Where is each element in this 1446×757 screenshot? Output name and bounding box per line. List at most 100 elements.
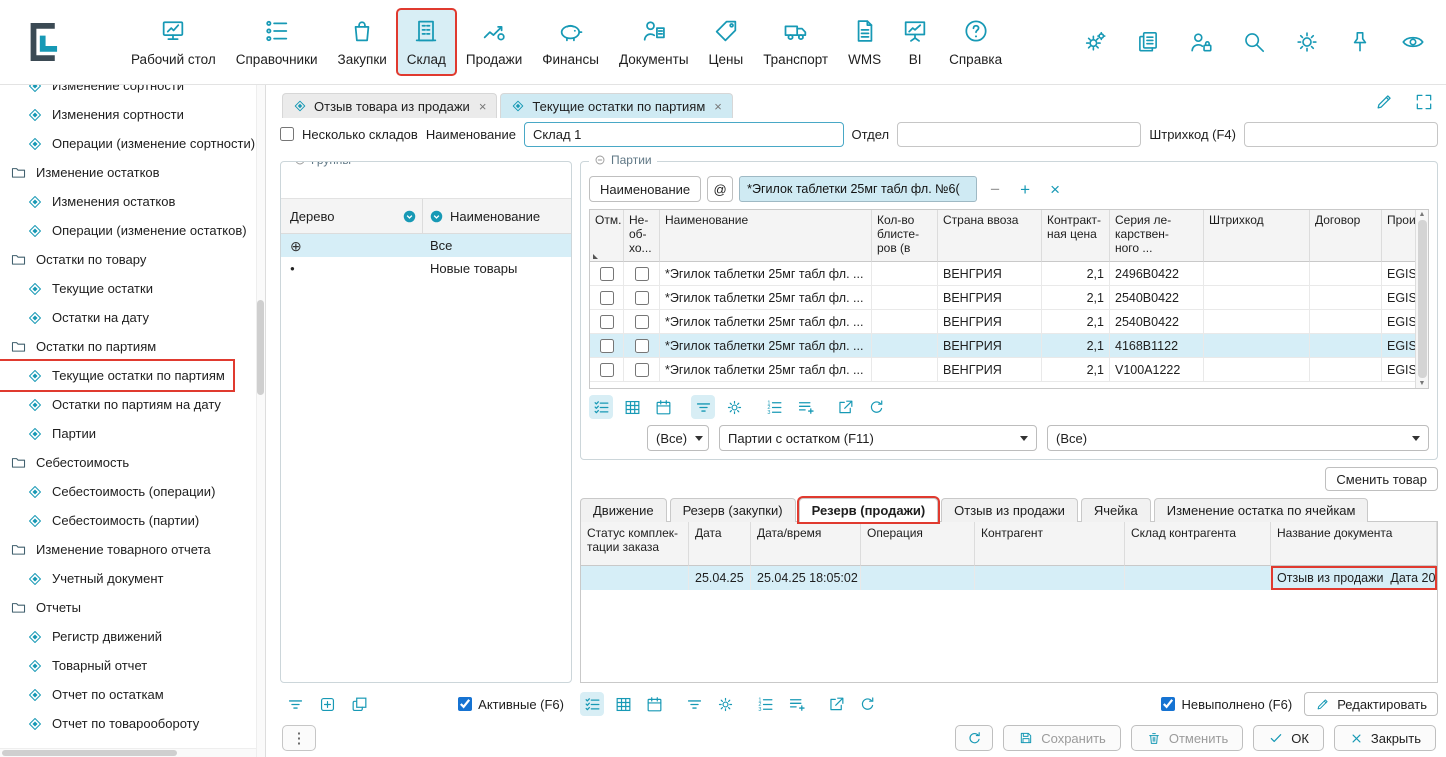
copy-cascade-icon[interactable] xyxy=(350,695,369,714)
column-header-name[interactable]: Наименование xyxy=(450,209,540,224)
menu-item-bi[interactable]: BI xyxy=(892,10,938,74)
required-checkbox[interactable] xyxy=(635,267,649,281)
sidebar-item[interactable]: Отчет по товарообороту xyxy=(0,709,265,738)
add-icon[interactable] xyxy=(318,695,337,714)
column-filter-icon[interactable] xyxy=(402,209,417,224)
settings-gear-button[interactable] xyxy=(722,395,746,419)
col-contract[interactable]: Договор xyxy=(1310,210,1382,262)
sidebar-item[interactable]: Себестоимость (операции) xyxy=(0,477,265,506)
menu-item-wms[interactable]: WMS xyxy=(839,10,890,74)
batch-row[interactable]: *Эгилок таблетки 25мг табл фл. ... ВЕНГР… xyxy=(590,262,1428,286)
col-blister-qty[interactable]: Кол-во блисте- ров (в xyxy=(872,210,938,262)
group-row-all[interactable]: ⊕ Все xyxy=(281,234,571,257)
sidebar-item[interactable]: Регистр движений xyxy=(0,622,265,651)
menu-item-catalogs[interactable]: Справочники xyxy=(227,10,327,74)
sidebar-item[interactable]: Изменения остатков xyxy=(0,187,265,216)
col-required[interactable]: Не- об- хо... xyxy=(624,210,660,262)
settings-gears-icon[interactable] xyxy=(1082,29,1108,55)
sidebar-item[interactable]: Текущие остатки xyxy=(0,274,265,303)
list-add-button[interactable] xyxy=(784,692,808,716)
sidebar-item[interactable]: Товарный отчет xyxy=(0,651,265,680)
active-groups-toggle[interactable]: Активные (F6) xyxy=(458,697,564,712)
batch-row-selected[interactable]: *Эгилок таблетки 25мг табл фл. ... ВЕНГР… xyxy=(590,334,1428,358)
required-checkbox[interactable] xyxy=(635,339,649,353)
pin-icon[interactable] xyxy=(1347,29,1373,55)
col-document-name[interactable]: Название документа xyxy=(1271,522,1437,566)
collapse-icon[interactable] xyxy=(294,161,306,166)
edit-button[interactable]: Редактировать xyxy=(1304,692,1438,716)
user-lock-icon[interactable] xyxy=(1188,29,1214,55)
batches-vertical-scrollbar[interactable]: ▲▼ xyxy=(1415,210,1428,388)
sidebar-folder[interactable]: Изменение товарного отчета xyxy=(0,535,265,564)
filter-button[interactable] xyxy=(682,692,706,716)
warehouse-input[interactable] xyxy=(524,122,844,147)
refresh-button[interactable] xyxy=(864,395,888,419)
sidebar-item[interactable]: Изменения сортности xyxy=(0,100,265,129)
menu-item-purchases[interactable]: Закупки xyxy=(329,10,396,74)
numbered-list-button[interactable] xyxy=(753,692,777,716)
save-button[interactable]: Сохранить xyxy=(1003,725,1121,751)
reserve-row[interactable]: 25.04.25 25.04.25 18:05:02 Отзыв из прод… xyxy=(581,566,1437,590)
filter-icon[interactable] xyxy=(286,695,305,714)
menu-item-documents[interactable]: Документы xyxy=(610,10,698,74)
group-row-new-goods[interactable]: ● Новые товары xyxy=(281,257,571,280)
sidebar-item[interactable]: Остатки по партиям на дату xyxy=(0,390,265,419)
batch-row[interactable]: *Эгилок таблетки 25мг табл фл. ... ВЕНГР… xyxy=(590,286,1428,310)
menu-item-help[interactable]: Справка xyxy=(940,10,1011,74)
tree-expand-icon[interactable]: ⊕ xyxy=(290,239,302,253)
sidebar-item[interactable]: Операции (изменение сортности) xyxy=(0,129,265,158)
sidebar-item[interactable]: Учетный документ xyxy=(0,564,265,593)
col-order-status[interactable]: Статус комплек- тации заказа xyxy=(581,522,689,566)
tab-sales-recall[interactable]: Отзыв из продажи xyxy=(941,498,1078,522)
active-groups-checkbox[interactable] xyxy=(458,697,472,711)
sidebar-item[interactable]: Партии xyxy=(0,419,265,448)
barcode-input[interactable] xyxy=(1244,122,1438,147)
refresh-button[interactable] xyxy=(955,725,993,751)
settings-gear-button[interactable] xyxy=(713,692,737,716)
mark-checkbox[interactable] xyxy=(600,267,614,281)
mark-checkbox[interactable] xyxy=(600,315,614,329)
calendar-button[interactable] xyxy=(642,692,666,716)
tab-sales-recall[interactable]: Отзыв товара из продажи × xyxy=(282,93,497,118)
close-button[interactable]: Закрыть xyxy=(1334,725,1436,751)
export-button[interactable] xyxy=(824,692,848,716)
calendar-button[interactable] xyxy=(651,395,675,419)
menu-item-finance[interactable]: Финансы xyxy=(533,10,608,74)
remove-filter-icon[interactable]: − xyxy=(983,181,1007,198)
edit-pencil-icon[interactable] xyxy=(1374,92,1394,112)
close-icon[interactable]: × xyxy=(714,99,722,114)
extra-filter-dropdown[interactable]: (Все) xyxy=(1047,425,1429,451)
kebab-menu-button[interactable]: ⋮ xyxy=(282,725,316,751)
col-operation[interactable]: Операция xyxy=(861,522,975,566)
col-contractor-warehouse[interactable]: Склад контрагента xyxy=(1125,522,1271,566)
cancel-button[interactable]: Отменить xyxy=(1131,725,1243,751)
sidebar-folder[interactable]: Отчеты xyxy=(0,593,265,622)
collapse-icon[interactable] xyxy=(594,154,606,166)
sidebar-item-current-batch-stock[interactable]: Текущие остатки по партиям xyxy=(0,361,233,390)
menu-item-desktop[interactable]: Рабочий стол xyxy=(122,10,225,74)
sidebar-folder[interactable]: Изменение остатков xyxy=(0,158,265,187)
col-datetime[interactable]: Дата/время xyxy=(751,522,861,566)
department-input[interactable] xyxy=(897,122,1141,147)
sidebar-item[interactable]: Отчет по остаткам xyxy=(0,680,265,709)
filter-button[interactable] xyxy=(691,395,715,419)
col-barcode[interactable]: Штрихкод xyxy=(1204,210,1310,262)
list-add-button[interactable] xyxy=(793,395,817,419)
sidebar-item[interactable]: Себестоимость (партии) xyxy=(0,506,265,535)
fullscreen-expand-icon[interactable] xyxy=(1414,92,1434,112)
col-country[interactable]: Страна ввоза xyxy=(938,210,1042,262)
multi-warehouse-checkbox[interactable] xyxy=(280,127,294,141)
mark-checkbox[interactable] xyxy=(600,339,614,353)
col-contract-price[interactable]: Контракт- ная цена xyxy=(1042,210,1110,262)
stock-filter-dropdown[interactable]: Партии с остатком (F11) xyxy=(719,425,1037,451)
numbered-list-button[interactable] xyxy=(762,395,786,419)
batch-row[interactable]: *Эгилок таблетки 25мг табл фл. ... ВЕНГР… xyxy=(590,310,1428,334)
sidebar-folder[interactable]: Остатки по товару xyxy=(0,245,265,274)
journal-copy-icon[interactable] xyxy=(1135,29,1161,55)
at-button[interactable]: @ xyxy=(707,176,733,202)
sidebar-folder[interactable]: Остатки по партиям xyxy=(0,332,265,361)
batch-search-input[interactable] xyxy=(739,176,977,202)
column-filter-icon[interactable] xyxy=(429,209,444,224)
view-grid-button[interactable] xyxy=(620,395,644,419)
menu-item-sales[interactable]: Продажи xyxy=(457,10,531,74)
